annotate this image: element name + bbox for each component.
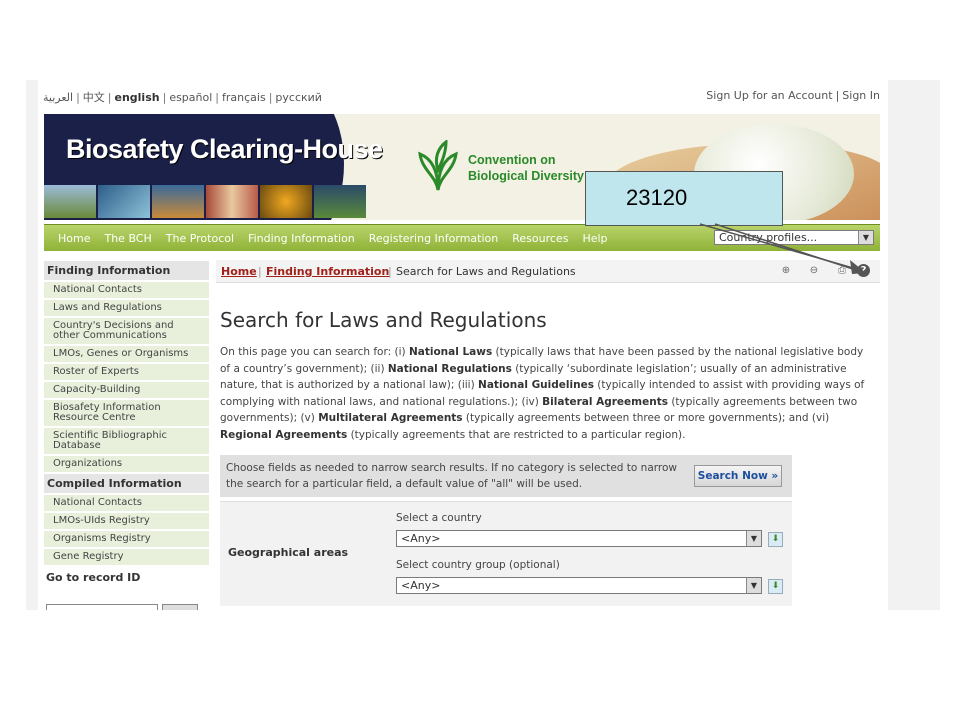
lang-english[interactable]: english <box>115 91 160 104</box>
country-group-select[interactable]: <Any> ▼ <box>396 577 762 594</box>
search-now-button[interactable]: Search Now » <box>694 465 782 487</box>
banner-photo-wheat <box>152 185 204 218</box>
chevron-down-icon: ▼ <box>746 531 761 546</box>
banner-photo-field <box>44 185 96 218</box>
country-group-label: Select country group (optional) <box>396 559 560 571</box>
geographical-areas-label: Geographical areas <box>228 546 349 559</box>
intro-bold-term: Bilateral Agreements <box>542 395 668 408</box>
sidebar-item-compiled-contacts[interactable]: National Contacts <box>44 495 209 511</box>
country-label: Select a country <box>396 512 482 524</box>
nav-the-bch[interactable]: The BCH <box>104 232 151 245</box>
cbd-leaf-logo-icon <box>418 140 458 191</box>
filter-instructions-box: Choose fields as needed to narrow search… <box>220 455 792 497</box>
nav-registering-information[interactable]: Registering Information <box>369 232 498 245</box>
filter-instructions: Choose fields as needed to narrow search… <box>226 462 677 490</box>
intro-bold-term: National Guidelines <box>478 379 594 391</box>
sidebar-item-birc[interactable]: Biosafety Information Resource Centre <box>44 400 209 426</box>
record-id-input[interactable] <box>46 604 158 610</box>
intro-paragraph: On this page you can search for: (i) Nat… <box>220 344 872 443</box>
sidebar-item-lmos[interactable]: LMOs, Genes or Organisms <box>44 346 209 362</box>
language-bar: العربية | 中文 | english | español | français | русс… <box>43 91 322 104</box>
breadcrumb-finding[interactable]: Finding Information <box>266 265 389 278</box>
sidebar-header-finding: Finding Information <box>44 261 209 280</box>
main-nav: Home The BCH The Protocol Finding Informati… <box>44 224 880 251</box>
chevron-down-icon: ▼ <box>858 231 873 244</box>
intro-bold-term: National Regulations <box>387 362 512 375</box>
intro-text: (typically agreements that are restricte… <box>347 428 686 441</box>
sidebar-item-organizations[interactable]: Organizations <box>44 456 209 472</box>
sidebar-item-decisions[interactable]: Country's Decisions and other Communicat… <box>44 318 209 344</box>
signup-link[interactable]: Sign Up for an Account <box>706 89 832 102</box>
nav-help[interactable]: Help <box>582 232 607 245</box>
record-go-button[interactable] <box>162 604 198 610</box>
page-container: العربية | 中文 | english | español | français | русс… <box>38 80 888 610</box>
sidebar: Finding Information National Contacts La… <box>44 261 209 610</box>
lang-russian[interactable]: русский <box>275 91 322 104</box>
account-links: Sign Up for an Account | Sign In <box>706 89 880 102</box>
page-title: Search for Laws and Regulations <box>220 308 547 332</box>
zoom-in-icon[interactable]: ⊕ <box>778 264 794 278</box>
cbd-name: Convention on Biological Diversity <box>468 152 584 184</box>
sidebar-item-organisms-registry[interactable]: Organisms Registry <box>44 531 209 547</box>
sidebar-item-capacity[interactable]: Capacity-Building <box>44 382 209 398</box>
lang-arabic[interactable]: العربية <box>43 91 73 104</box>
breadcrumb-home[interactable]: Home <box>221 265 257 278</box>
banner-photo-dna <box>98 185 150 218</box>
record-id-label: Go to record ID <box>46 571 141 584</box>
breadcrumb-current: Search for Laws and Regulations <box>396 265 576 278</box>
lang-chinese[interactable]: 中文 <box>83 91 105 104</box>
nav-the-protocol[interactable]: The Protocol <box>166 232 234 245</box>
nav-resources[interactable]: Resources <box>512 232 568 245</box>
breadcrumb: Home | Finding Information | Search for … <box>216 260 880 283</box>
sidebar-item-lmo-uids[interactable]: LMOs-UIds Registry <box>44 513 209 529</box>
intro-bold-term: Multilateral Agreements <box>318 412 463 424</box>
sidebar-item-laws-regulations[interactable]: Laws and Regulations <box>44 300 209 316</box>
cbd-line-1: Convention on <box>468 153 556 167</box>
intro-bold-term: National Laws <box>408 346 493 358</box>
country-profiles-select[interactable]: Country profiles... ▼ <box>714 230 874 245</box>
callout-text: 23120 <box>626 185 688 210</box>
lang-french[interactable]: français <box>222 91 266 104</box>
sidebar-item-bibliographic[interactable]: Scientific Bibliographic Database <box>44 428 209 454</box>
banner-photo-lab <box>206 185 258 218</box>
banner-photo-plants <box>314 185 366 218</box>
country-profiles-value: Country profiles... <box>719 231 818 244</box>
intro-text: On this page you can search for: (i) <box>220 346 409 358</box>
annotation-callout: 23120 <box>585 171 783 226</box>
sidebar-item-national-contacts[interactable]: National Contacts <box>44 282 209 298</box>
nav-finding-information[interactable]: Finding Information <box>248 232 355 245</box>
country-select-value: <Any> <box>401 532 441 545</box>
print-icon[interactable]: ⎙ <box>834 264 850 278</box>
browser-page-frame: العربية | 中文 | english | español | français | русс… <box>26 80 940 610</box>
sidebar-item-gene-registry[interactable]: Gene Registry <box>44 549 209 565</box>
cbd-line-2: Biological Diversity <box>468 169 585 183</box>
signin-link[interactable]: Sign In <box>842 89 880 102</box>
zoom-out-icon[interactable]: ⊖ <box>806 264 822 278</box>
chevron-down-icon: ▼ <box>746 578 761 593</box>
add-country-icon[interactable]: ⬇ <box>768 532 783 547</box>
sidebar-header-compiled: Compiled Information <box>44 474 209 493</box>
help-icon[interactable]: ? <box>857 264 870 277</box>
country-group-value: <Any> <box>401 579 441 592</box>
intro-text: (typically agreements between three or m… <box>462 412 830 424</box>
geographical-areas-section: Geographical areas Select a country <Any… <box>220 501 792 606</box>
banner-photo-flowers <box>260 185 312 218</box>
sidebar-item-roster[interactable]: Roster of Experts <box>44 364 209 380</box>
lang-spanish[interactable]: español <box>169 91 212 104</box>
site-logo-title[interactable]: Biosafety Clearing-House <box>66 134 383 165</box>
country-select[interactable]: <Any> ▼ <box>396 530 762 547</box>
nav-home[interactable]: Home <box>58 232 90 245</box>
intro-bold-term: Regional Agreements <box>220 428 348 441</box>
add-country-group-icon[interactable]: ⬇ <box>768 579 783 594</box>
